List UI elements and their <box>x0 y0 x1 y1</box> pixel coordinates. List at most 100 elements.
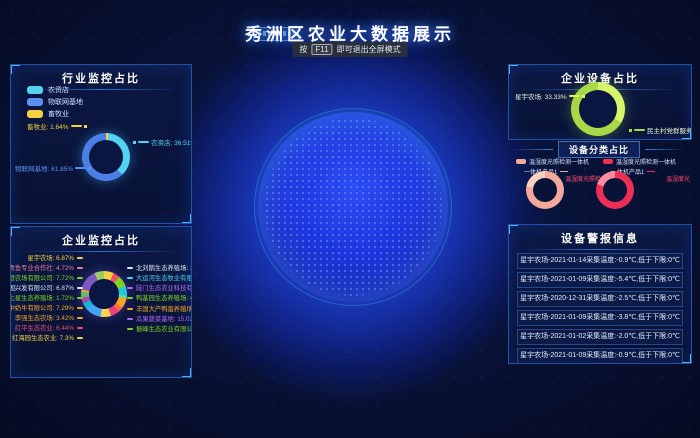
pie-label-text: 物联网基地: 61.85% <box>15 163 73 173</box>
legend-swatch <box>27 98 43 106</box>
pie-label-text: 大运河生态牧业有限责任公 <box>136 273 192 282</box>
leader-line <box>77 307 83 309</box>
panel-title: 行业监控占比 <box>11 70 191 86</box>
tooltip-prefix: 按 <box>299 44 307 55</box>
pie-label-text: 星宇农场: 6.87% <box>27 253 74 262</box>
legend-label: 温湿度光照检测一体机 <box>616 157 676 166</box>
tooltip-suffix: 即可退出全屏模式 <box>337 44 401 55</box>
pie-label: 国兴发有限公司: 6.87% <box>10 283 83 292</box>
pie-label-text: 红平生态农业: 6.44% <box>15 323 74 332</box>
pie-label-text: 北刘鹅生态养殖场: 11.56% <box>136 263 192 272</box>
device-class-donut-right[interactable] <box>596 171 634 209</box>
pie-label: 丰国大产鸭蛋养殖场: 1. <box>127 304 192 313</box>
legend-label: 物联网基地 <box>48 97 83 107</box>
leader-line <box>77 257 83 259</box>
pie-label-text: 中奶牛有限公司: 7.29% <box>10 303 74 312</box>
leader-line <box>127 318 133 320</box>
leader-line <box>127 277 133 279</box>
legend-swatch <box>27 110 43 118</box>
leader-line <box>77 317 83 319</box>
leader-line <box>77 297 83 299</box>
donut-hole <box>533 178 557 202</box>
pie-label: 大运河生态牧业有限责任公 <box>127 273 192 282</box>
pie-label: 红海园生态农业: 7.3% <box>12 333 83 342</box>
panel-enterprise-monitor: 企业监控占比 星宇农场: 6.87% 秀洲青鱼专业合作社: 4.72% 家庭农场… <box>10 226 192 378</box>
alarm-list: 星宇农场-2021-01-14采集温度:-0.9℃,低于下限:0℃ 星宇农场-2… <box>509 253 691 364</box>
panel-equipment-ratio: 企业设备占比 星宇农场: 33.33% 民主村党群服务中心: <box>508 64 692 140</box>
pie-label-text: 瓜果蔬菜基地: 15.02% <box>136 314 192 323</box>
leader-line <box>127 328 133 330</box>
donut-hole <box>579 90 617 128</box>
pie-label: 秀洲青鱼专业合作社: 4.72% <box>10 263 83 272</box>
title-divider <box>23 251 179 252</box>
pie-label-text: 陡门生态农业科技有限公 <box>136 283 192 292</box>
alarm-row: 星宇农场-2021-01-09采集温度:-5.4℃,低于下限:0℃ <box>517 272 683 288</box>
leader-line <box>77 327 83 329</box>
pie-label: 家庭农场有限公司: 7.72% <box>10 273 83 282</box>
pie-label-text: 家庭农场有限公司: 7.72% <box>10 273 74 282</box>
legend-label: 农资店 <box>48 85 69 95</box>
leader-line <box>71 125 82 127</box>
pie-label: 星宇农场: 33.33% <box>515 91 585 101</box>
pie-label-text: 红海园生态农业: 7.3% <box>12 333 74 342</box>
leader-line <box>75 167 86 169</box>
pie-label-text: 李强生态农场: 3.42% <box>15 313 74 322</box>
pie-label-text: 秀洲青鱼专业合作社: 4.72% <box>10 263 74 272</box>
alarm-row: 星宇农场-2020-12-31采集温度:-2.5℃,低于下限:0℃ <box>517 291 683 307</box>
section-title: 设备分类占比 <box>558 141 640 158</box>
panel-title: 企业监控占比 <box>11 232 191 248</box>
pie-label-text: 农资店: 36.51% <box>151 137 192 147</box>
pie-label-text: 振峰生态农业有限公司: 6.87% <box>136 324 192 333</box>
pie-label: 中奶牛有限公司: 7.29% <box>10 303 83 312</box>
legend-item[interactable]: 温湿度光照检测一体机 <box>516 157 589 166</box>
legend-label: 温湿度光照检测一体机 <box>529 157 589 166</box>
leader-line <box>127 297 133 299</box>
pie-label-text: 丰国大产鸭蛋养殖场: 1. <box>136 304 192 313</box>
legend-item[interactable]: 农资店 <box>27 85 69 95</box>
pie-label: 鸭基园生态养殖场: 4.29 <box>127 293 192 302</box>
pie-label-text: 畜牧业: 1.64% <box>27 121 69 131</box>
alarm-row: 星宇农场-2021-01-09采集温度:-3.8℃,低于下限:0℃ <box>517 310 683 326</box>
leader-line <box>77 267 83 269</box>
industry-donut-chart[interactable] <box>82 133 130 181</box>
pie-label-text: 民主村党群服务中心: <box>647 125 692 135</box>
donut-hole <box>89 140 123 174</box>
pie-label: 畜牧业: 1.64% <box>27 121 87 131</box>
leader-line <box>127 287 133 289</box>
leader-line <box>127 308 133 310</box>
legend-label: 畜牧业 <box>48 109 69 119</box>
legend-item[interactable]: 物联网基地 <box>27 97 83 107</box>
legend-item[interactable]: 畜牧业 <box>27 109 69 119</box>
leader-line <box>77 337 83 339</box>
pie-label: 星宇农场: 6.87% <box>27 253 83 262</box>
leader-line <box>77 277 83 279</box>
leader-dot <box>133 141 136 144</box>
pie-label: 物联网基地: 61.85% <box>15 163 91 173</box>
title-divider <box>521 249 679 250</box>
leader-line <box>138 141 149 143</box>
pie-label-text: 七星生态养殖场: 1.72% <box>10 293 74 302</box>
leader-dot <box>88 167 91 170</box>
pie-label: 李强生态农场: 3.42% <box>15 313 83 322</box>
leader-line <box>560 171 568 172</box>
fullscreen-tooltip: 按 F11 即可退出全屏模式 <box>292 42 407 57</box>
pie-label: 振峰生态农业有限公司: 6.87% <box>127 324 192 333</box>
pie-label: 北刘鹅生态养殖场: 11.56% <box>127 263 192 272</box>
leader-line <box>634 129 645 131</box>
pie-label-text: 星宇农场: 33.33% <box>515 91 567 101</box>
pie-label: 瓜果蔬菜基地: 15.02% <box>127 314 192 323</box>
section-titlebar: 设备分类占比 <box>512 141 686 158</box>
device-class-donut-left[interactable] <box>526 171 564 209</box>
legend-swatch <box>516 159 526 164</box>
legend-item[interactable]: 温湿度光照检测一体机 <box>603 157 676 166</box>
titlebar-line <box>645 149 686 150</box>
leader-line <box>569 95 580 97</box>
titlebar-line <box>512 149 553 150</box>
f11-key: F11 <box>311 44 332 55</box>
enterprise-pie-chart[interactable] <box>81 271 127 317</box>
leader-dot <box>84 125 87 128</box>
pie-label: 红平生态农业: 6.44% <box>15 323 83 332</box>
donut-callout: 温湿度光照检测一 <box>666 174 690 183</box>
leader-line <box>77 287 83 289</box>
pie-label-text: 国兴发有限公司: 6.87% <box>10 283 74 292</box>
